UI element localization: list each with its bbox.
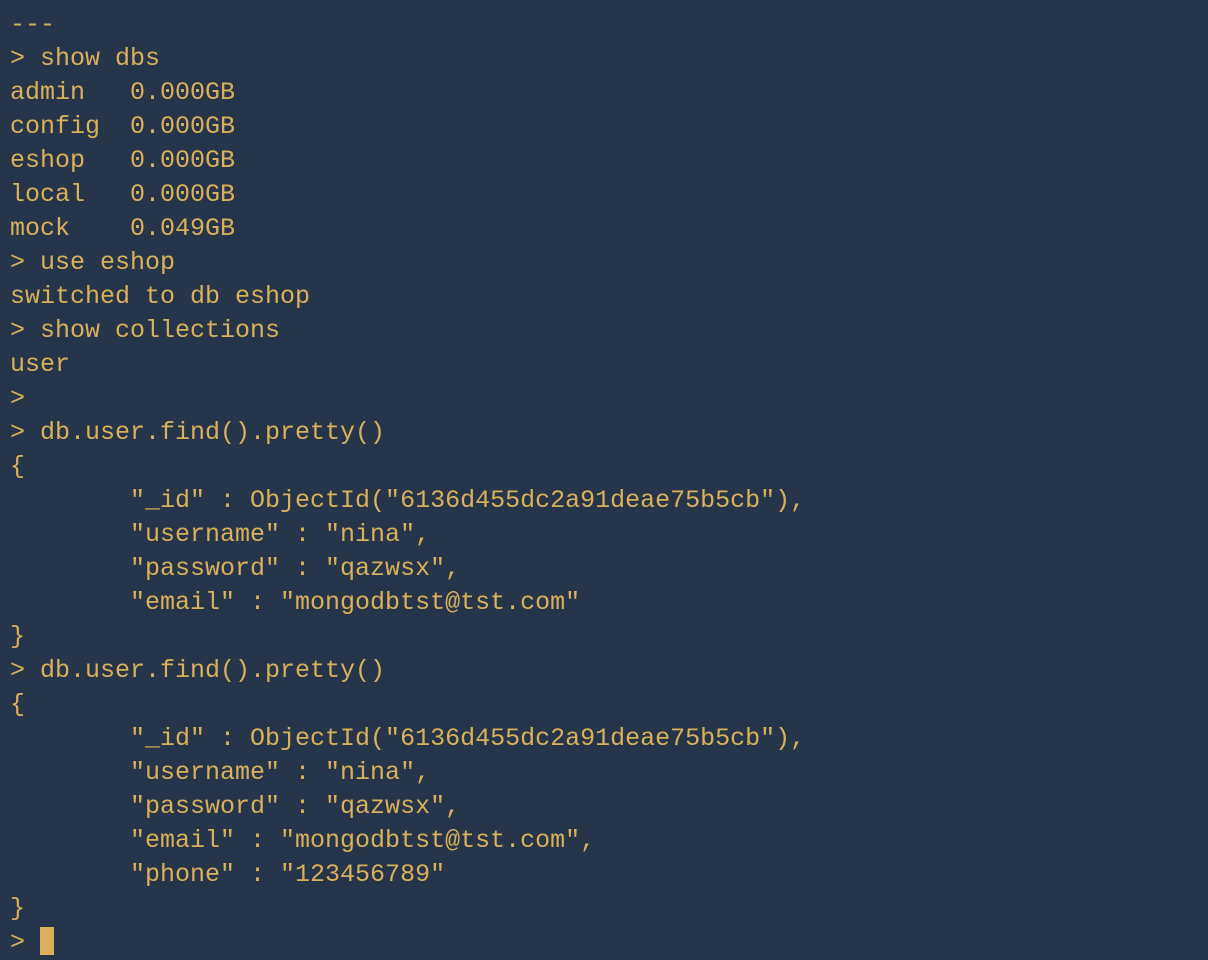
command-line: > show dbs [10,42,1198,76]
prompt-line[interactable]: > [10,926,1198,960]
output-line: "phone" : "123456789" [10,858,1198,892]
output-line: "password" : "qazwsx", [10,790,1198,824]
terminal-output[interactable]: ---> show dbsadmin 0.000GBconfig 0.000GB… [10,8,1198,926]
cursor-block [40,927,54,955]
output-line: "_id" : ObjectId("6136d455dc2a91deae75b5… [10,484,1198,518]
output-line: "username" : "nina", [10,518,1198,552]
output-line: { [10,688,1198,722]
output-line: switched to db eshop [10,280,1198,314]
output-line: eshop 0.000GB [10,144,1198,178]
output-line: "password" : "qazwsx", [10,552,1198,586]
output-line: "email" : "mongodbtst@tst.com", [10,824,1198,858]
output-line: admin 0.000GB [10,76,1198,110]
output-line: "_id" : ObjectId("6136d455dc2a91deae75b5… [10,722,1198,756]
command-line: > show collections [10,314,1198,348]
output-line: } [10,620,1198,654]
command-line: > [10,382,1198,416]
output-line: user [10,348,1198,382]
output-line: --- [10,8,1198,42]
output-line: mock 0.049GB [10,212,1198,246]
output-line: } [10,892,1198,926]
command-line: > use eshop [10,246,1198,280]
output-line: config 0.000GB [10,110,1198,144]
command-line: > db.user.find().pretty() [10,416,1198,450]
output-line: { [10,450,1198,484]
output-line: "email" : "mongodbtst@tst.com" [10,586,1198,620]
output-line: "username" : "nina", [10,756,1198,790]
output-line: local 0.000GB [10,178,1198,212]
command-line: > db.user.find().pretty() [10,654,1198,688]
prompt-symbol: > [10,928,40,957]
